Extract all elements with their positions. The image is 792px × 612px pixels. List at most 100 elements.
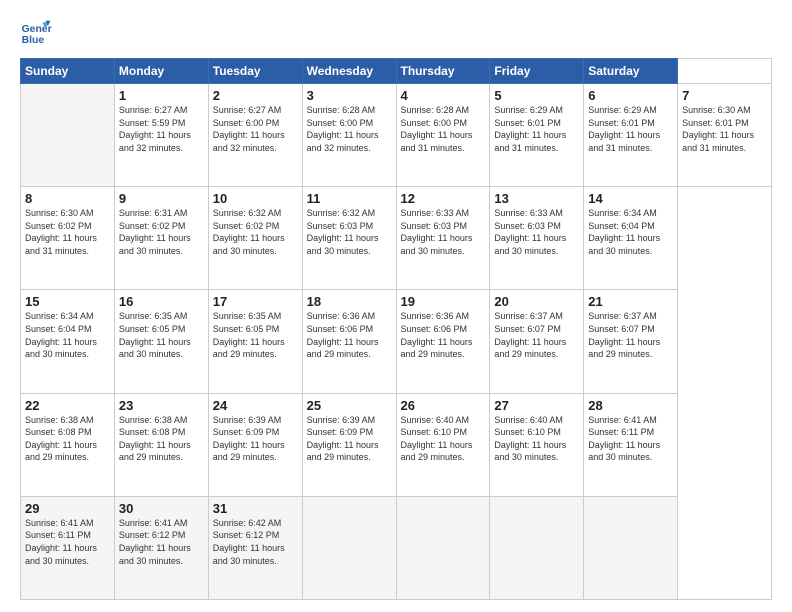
calendar-cell: 4Sunrise: 6:28 AM Sunset: 6:00 PM Daylig… <box>396 84 490 187</box>
day-info: Sunrise: 6:38 AM Sunset: 6:08 PM Dayligh… <box>25 414 110 464</box>
day-info: Sunrise: 6:27 AM Sunset: 5:59 PM Dayligh… <box>119 104 204 154</box>
day-info: Sunrise: 6:28 AM Sunset: 6:00 PM Dayligh… <box>307 104 392 154</box>
calendar-table: SundayMondayTuesdayWednesdayThursdayFrid… <box>20 58 772 600</box>
calendar-cell: 23Sunrise: 6:38 AM Sunset: 6:08 PM Dayli… <box>114 393 208 496</box>
day-number: 21 <box>588 294 673 309</box>
day-info: Sunrise: 6:29 AM Sunset: 6:01 PM Dayligh… <box>588 104 673 154</box>
day-info: Sunrise: 6:37 AM Sunset: 6:07 PM Dayligh… <box>494 310 579 360</box>
day-number: 12 <box>401 191 486 206</box>
calendar-cell: 27Sunrise: 6:40 AM Sunset: 6:10 PM Dayli… <box>490 393 584 496</box>
calendar-cell: 28Sunrise: 6:41 AM Sunset: 6:11 PM Dayli… <box>584 393 678 496</box>
day-info: Sunrise: 6:39 AM Sunset: 6:09 PM Dayligh… <box>213 414 298 464</box>
day-info: Sunrise: 6:29 AM Sunset: 6:01 PM Dayligh… <box>494 104 579 154</box>
day-info: Sunrise: 6:40 AM Sunset: 6:10 PM Dayligh… <box>494 414 579 464</box>
day-number: 4 <box>401 88 486 103</box>
day-number: 30 <box>119 501 204 516</box>
svg-text:General: General <box>22 24 52 35</box>
day-number: 6 <box>588 88 673 103</box>
header-friday: Friday <box>490 59 584 84</box>
header-wednesday: Wednesday <box>302 59 396 84</box>
calendar-cell <box>302 496 396 599</box>
calendar-cell <box>584 496 678 599</box>
day-info: Sunrise: 6:32 AM Sunset: 6:03 PM Dayligh… <box>307 207 392 257</box>
day-number: 27 <box>494 398 579 413</box>
calendar-cell: 2Sunrise: 6:27 AM Sunset: 6:00 PM Daylig… <box>208 84 302 187</box>
day-number: 7 <box>682 88 767 103</box>
calendar-cell: 18Sunrise: 6:36 AM Sunset: 6:06 PM Dayli… <box>302 290 396 393</box>
calendar-cell: 12Sunrise: 6:33 AM Sunset: 6:03 PM Dayli… <box>396 187 490 290</box>
header-sunday: Sunday <box>21 59 115 84</box>
calendar-cell: 22Sunrise: 6:38 AM Sunset: 6:08 PM Dayli… <box>21 393 115 496</box>
day-info: Sunrise: 6:41 AM Sunset: 6:11 PM Dayligh… <box>25 517 110 567</box>
day-info: Sunrise: 6:30 AM Sunset: 6:02 PM Dayligh… <box>25 207 110 257</box>
calendar-header-row: SundayMondayTuesdayWednesdayThursdayFrid… <box>21 59 772 84</box>
header: General Blue <box>20 16 772 48</box>
day-info: Sunrise: 6:27 AM Sunset: 6:00 PM Dayligh… <box>213 104 298 154</box>
calendar-cell: 5Sunrise: 6:29 AM Sunset: 6:01 PM Daylig… <box>490 84 584 187</box>
day-number: 13 <box>494 191 579 206</box>
svg-text:Blue: Blue <box>22 35 45 46</box>
day-info: Sunrise: 6:35 AM Sunset: 6:05 PM Dayligh… <box>119 310 204 360</box>
day-number: 10 <box>213 191 298 206</box>
calendar-cell: 14Sunrise: 6:34 AM Sunset: 6:04 PM Dayli… <box>584 187 678 290</box>
day-number: 2 <box>213 88 298 103</box>
calendar-cell: 9Sunrise: 6:31 AM Sunset: 6:02 PM Daylig… <box>114 187 208 290</box>
day-number: 15 <box>25 294 110 309</box>
day-number: 23 <box>119 398 204 413</box>
day-number: 31 <box>213 501 298 516</box>
calendar-cell: 21Sunrise: 6:37 AM Sunset: 6:07 PM Dayli… <box>584 290 678 393</box>
day-info: Sunrise: 6:37 AM Sunset: 6:07 PM Dayligh… <box>588 310 673 360</box>
calendar-cell: 19Sunrise: 6:36 AM Sunset: 6:06 PM Dayli… <box>396 290 490 393</box>
calendar-cell: 15Sunrise: 6:34 AM Sunset: 6:04 PM Dayli… <box>21 290 115 393</box>
calendar-week-2: 15Sunrise: 6:34 AM Sunset: 6:04 PM Dayli… <box>21 290 772 393</box>
day-info: Sunrise: 6:36 AM Sunset: 6:06 PM Dayligh… <box>307 310 392 360</box>
day-number: 17 <box>213 294 298 309</box>
day-number: 25 <box>307 398 392 413</box>
calendar-cell: 8Sunrise: 6:30 AM Sunset: 6:02 PM Daylig… <box>21 187 115 290</box>
day-info: Sunrise: 6:42 AM Sunset: 6:12 PM Dayligh… <box>213 517 298 567</box>
calendar-cell: 16Sunrise: 6:35 AM Sunset: 6:05 PM Dayli… <box>114 290 208 393</box>
day-info: Sunrise: 6:38 AM Sunset: 6:08 PM Dayligh… <box>119 414 204 464</box>
day-number: 29 <box>25 501 110 516</box>
calendar-cell: 17Sunrise: 6:35 AM Sunset: 6:05 PM Dayli… <box>208 290 302 393</box>
calendar-cell: 11Sunrise: 6:32 AM Sunset: 6:03 PM Dayli… <box>302 187 396 290</box>
header-thursday: Thursday <box>396 59 490 84</box>
calendar-week-1: 8Sunrise: 6:30 AM Sunset: 6:02 PM Daylig… <box>21 187 772 290</box>
logo-icon: General Blue <box>20 16 52 48</box>
day-number: 11 <box>307 191 392 206</box>
logo: General Blue <box>20 16 52 48</box>
day-info: Sunrise: 6:34 AM Sunset: 6:04 PM Dayligh… <box>25 310 110 360</box>
calendar-cell: 25Sunrise: 6:39 AM Sunset: 6:09 PM Dayli… <box>302 393 396 496</box>
day-info: Sunrise: 6:41 AM Sunset: 6:11 PM Dayligh… <box>588 414 673 464</box>
calendar-week-0: 1Sunrise: 6:27 AM Sunset: 5:59 PM Daylig… <box>21 84 772 187</box>
calendar-cell: 13Sunrise: 6:33 AM Sunset: 6:03 PM Dayli… <box>490 187 584 290</box>
day-number: 19 <box>401 294 486 309</box>
day-info: Sunrise: 6:36 AM Sunset: 6:06 PM Dayligh… <box>401 310 486 360</box>
header-tuesday: Tuesday <box>208 59 302 84</box>
header-monday: Monday <box>114 59 208 84</box>
calendar-week-3: 22Sunrise: 6:38 AM Sunset: 6:08 PM Dayli… <box>21 393 772 496</box>
calendar-week-4: 29Sunrise: 6:41 AM Sunset: 6:11 PM Dayli… <box>21 496 772 599</box>
day-number: 26 <box>401 398 486 413</box>
day-number: 1 <box>119 88 204 103</box>
calendar-cell: 31Sunrise: 6:42 AM Sunset: 6:12 PM Dayli… <box>208 496 302 599</box>
calendar-cell: 20Sunrise: 6:37 AM Sunset: 6:07 PM Dayli… <box>490 290 584 393</box>
day-number: 3 <box>307 88 392 103</box>
calendar-cell: 3Sunrise: 6:28 AM Sunset: 6:00 PM Daylig… <box>302 84 396 187</box>
calendar-cell: 1Sunrise: 6:27 AM Sunset: 5:59 PM Daylig… <box>114 84 208 187</box>
calendar-cell: 7Sunrise: 6:30 AM Sunset: 6:01 PM Daylig… <box>678 84 772 187</box>
day-info: Sunrise: 6:39 AM Sunset: 6:09 PM Dayligh… <box>307 414 392 464</box>
calendar-cell <box>21 84 115 187</box>
day-number: 28 <box>588 398 673 413</box>
header-saturday: Saturday <box>584 59 678 84</box>
day-info: Sunrise: 6:34 AM Sunset: 6:04 PM Dayligh… <box>588 207 673 257</box>
calendar-cell: 6Sunrise: 6:29 AM Sunset: 6:01 PM Daylig… <box>584 84 678 187</box>
calendar-cell: 29Sunrise: 6:41 AM Sunset: 6:11 PM Dayli… <box>21 496 115 599</box>
day-number: 14 <box>588 191 673 206</box>
day-info: Sunrise: 6:31 AM Sunset: 6:02 PM Dayligh… <box>119 207 204 257</box>
day-info: Sunrise: 6:35 AM Sunset: 6:05 PM Dayligh… <box>213 310 298 360</box>
day-info: Sunrise: 6:41 AM Sunset: 6:12 PM Dayligh… <box>119 517 204 567</box>
day-info: Sunrise: 6:40 AM Sunset: 6:10 PM Dayligh… <box>401 414 486 464</box>
day-number: 18 <box>307 294 392 309</box>
calendar-cell: 30Sunrise: 6:41 AM Sunset: 6:12 PM Dayli… <box>114 496 208 599</box>
